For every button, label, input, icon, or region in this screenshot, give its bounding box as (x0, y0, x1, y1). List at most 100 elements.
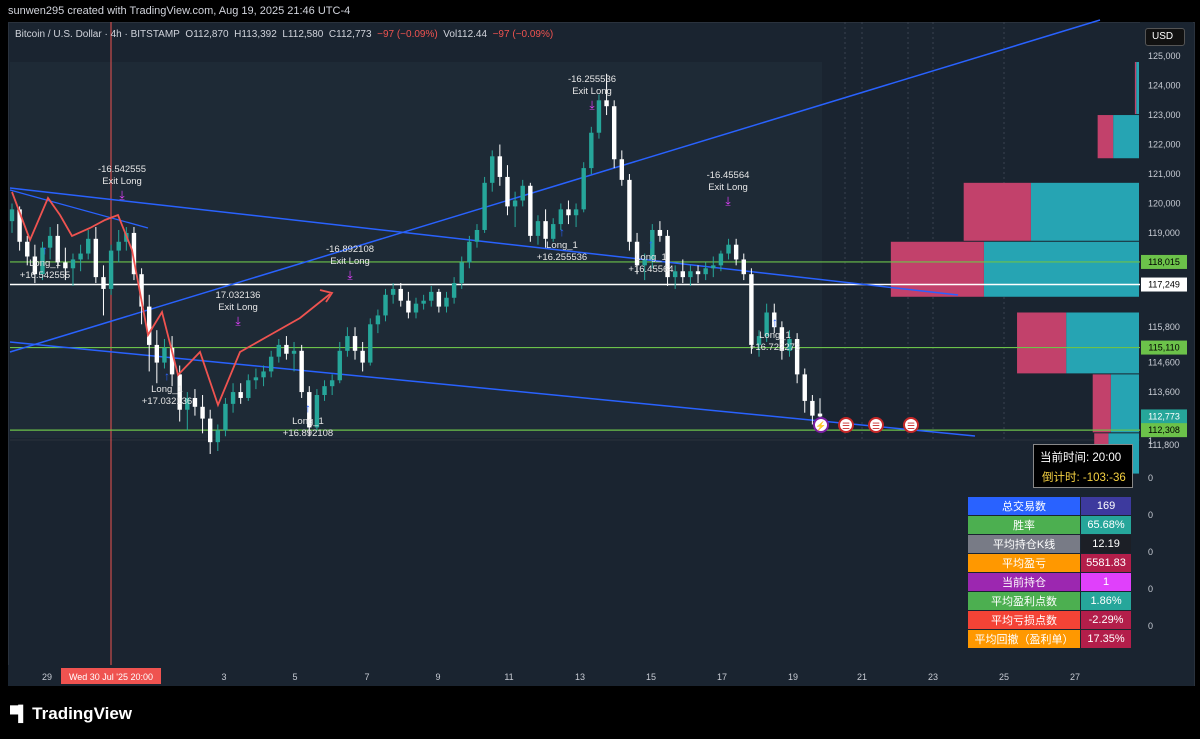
candle-body (78, 253, 83, 260)
candle-body (200, 406, 205, 419)
candle-body (497, 156, 503, 177)
candle-body (276, 344, 281, 357)
stats-row: 平均盈亏 5581.83 (966, 553, 1132, 573)
candle-body (535, 221, 541, 236)
lower-axis-tick: 1 (1148, 436, 1153, 446)
legend-close: C112,773 (328, 29, 372, 40)
price-tick: 114,600 (1148, 358, 1180, 368)
candle-body (596, 100, 602, 133)
exit-marker-icon: ⤓ (589, 98, 595, 112)
time-tick: 23 (928, 672, 938, 682)
stats-value: 1.86% (1080, 591, 1132, 611)
candle-body (573, 209, 579, 216)
price-axis: 125,000 124,000 123,000 122,000 121,000 120,0… (1140, 22, 1193, 686)
legend-high: H113,392 (234, 29, 277, 40)
countdown-label: 倒计时: (1042, 472, 1080, 484)
event-icon-glyph: ☰ (907, 421, 915, 431)
candle-body (680, 271, 685, 278)
candle-body (215, 430, 221, 443)
price-tick: 124,000 (1148, 81, 1181, 91)
entry-marker-icon: ↑ (559, 225, 565, 239)
candle-body (413, 303, 419, 313)
trade-label: Exit Long (330, 256, 370, 267)
trade-label: Exit Long (218, 302, 258, 313)
footer (0, 686, 1200, 739)
stats-row: 平均回撤（盈利单） 17.35% (966, 629, 1132, 649)
time-tick: 9 (435, 672, 440, 682)
price-label: 112,773 (1148, 411, 1180, 421)
price-tick: 113,600 (1148, 387, 1180, 397)
candle-body (368, 324, 373, 363)
candle-body (70, 259, 76, 269)
vp-up-bar (1113, 115, 1139, 159)
time-tick: 13 (575, 672, 585, 682)
trade-label: Long_1 (292, 416, 324, 427)
candle-body (421, 300, 426, 304)
stats-row: 平均亏损点数 -2.29% (966, 610, 1132, 630)
candle-body (672, 271, 678, 278)
candle-body (253, 377, 259, 381)
candle-body (459, 262, 464, 284)
candle-body (345, 336, 350, 351)
tradingview-logo: ▀▍ TradingView (10, 704, 132, 724)
candle-body (360, 350, 365, 363)
time-axis: 29 3 5 7 9 11 13 15 17 19 21 23 25 27 Wed 30 Jul '25 2… (8, 665, 1140, 686)
strategy-stats-table: 总交易数 169 胜率 65.68% 平均持仓K线 12.19 平均盈亏 5581.83 当前持… (966, 496, 1132, 649)
candle-body (93, 238, 99, 278)
stats-label: 平均回撤（盈利单） (966, 629, 1082, 649)
candle-body (429, 291, 434, 301)
candle-body (604, 100, 609, 107)
time-tick: 15 (646, 672, 656, 682)
candle-body (695, 271, 701, 275)
trade-value: -16.45564 (707, 170, 750, 181)
candle-body (375, 315, 381, 325)
event-icon-glyph: ☰ (872, 421, 880, 431)
candle-body (322, 386, 327, 396)
candle-body (291, 350, 297, 354)
price-tick: 119,000 (1148, 228, 1180, 238)
candle-body (299, 350, 304, 393)
legend-symbol: Bitcoin / U.S. Dollar · 4h · BITSTAMP (15, 29, 180, 40)
candle-body (711, 265, 716, 269)
candle-body (741, 259, 746, 275)
trade-label: Long_1 (546, 240, 578, 251)
candle-body (352, 336, 358, 351)
vp-down-bar (1134, 62, 1137, 115)
currency-button[interactable]: USD (1145, 28, 1185, 46)
price-label: 115,110 (1148, 343, 1179, 353)
legend-low: L112,580 (282, 29, 324, 40)
stats-label: 平均盈亏 (966, 553, 1082, 573)
candle-body (63, 262, 68, 269)
stats-value: 169 (1080, 496, 1132, 516)
time-info-box: 当前时间: 20:00 倒计时: -103:-36 (1033, 444, 1133, 488)
stats-row: 胜率 65.68% (966, 515, 1132, 535)
candle-body (162, 347, 167, 363)
stats-label: 平均亏损点数 (966, 610, 1082, 630)
candle-body (451, 283, 457, 298)
exit-marker-icon: ⤓ (235, 314, 241, 328)
trade-value: +16.255536 (537, 252, 587, 263)
legend-volume: Vol112.44 (443, 29, 488, 40)
trade-value: -16.255536 (568, 74, 616, 85)
candle-body (25, 241, 30, 257)
stats-label: 平均持仓K线 (966, 534, 1082, 554)
countdown-value: -103:-36 (1082, 472, 1126, 484)
candle-body (657, 229, 663, 236)
lower-axis-tick: 0 (1148, 510, 1153, 520)
stats-label: 胜率 (966, 515, 1082, 535)
candle-body (688, 271, 693, 278)
vp-down-bar (1097, 115, 1114, 159)
trade-value: +16.542555 (20, 270, 70, 281)
candle-body (611, 106, 617, 160)
candle-body (749, 274, 754, 345)
candle-body (223, 403, 228, 431)
lower-axis-tick: 0 (1148, 547, 1153, 557)
stats-value: 12.19 (1080, 534, 1132, 554)
candle-body (467, 241, 472, 263)
candle-body (436, 291, 442, 307)
brand-name: TradingView (32, 704, 132, 723)
entry-marker-icon: ↑ (42, 243, 48, 257)
time-tick: 21 (857, 672, 867, 682)
candle-body (520, 185, 525, 201)
candle-body (474, 229, 480, 242)
